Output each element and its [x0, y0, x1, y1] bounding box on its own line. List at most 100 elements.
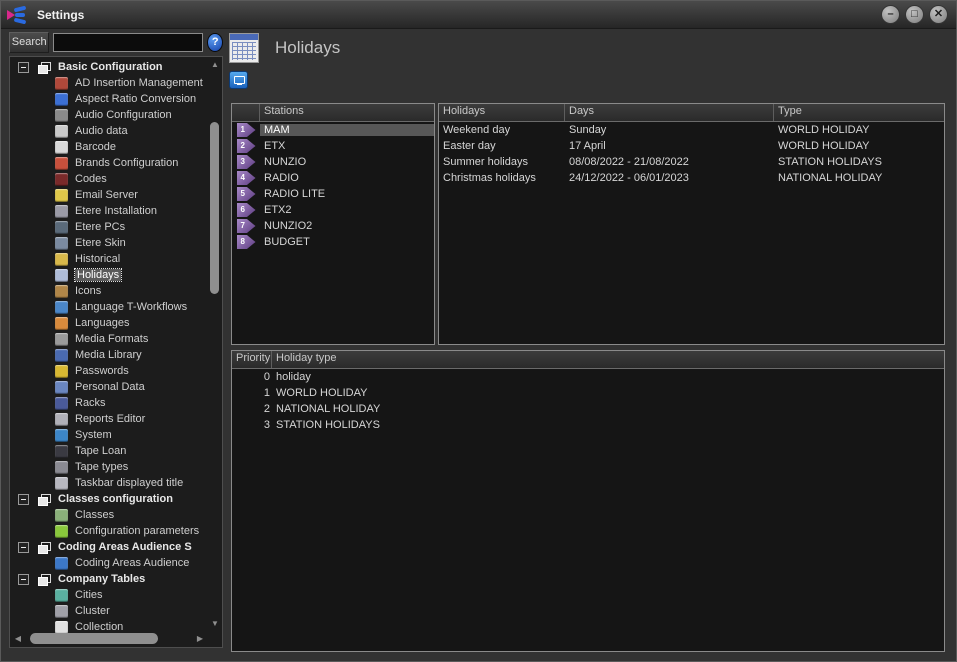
holidays-calendar-icon	[229, 33, 259, 63]
minimize-button[interactable]: –	[881, 5, 900, 24]
scroll-up-icon[interactable]: ▲	[209, 59, 221, 71]
tree-item-tape-types[interactable]: Tape types	[10, 459, 208, 475]
holiday-row[interactable]: Christmas holidays24/12/2022 - 06/01/202…	[439, 170, 944, 186]
tree-item-passwords[interactable]: Passwords	[10, 363, 208, 379]
close-button[interactable]: ✕	[929, 5, 948, 24]
tree-item-audio-data[interactable]: Audio data	[10, 123, 208, 139]
scroll-down-icon[interactable]: ▼	[209, 618, 221, 630]
tape-icon	[55, 333, 68, 346]
tree-item-languages[interactable]: Languages	[10, 315, 208, 331]
tree-item-system[interactable]: System	[10, 427, 208, 443]
holidays-column-header-days[interactable]: Days	[565, 104, 774, 121]
tree-item-basic-configuration[interactable]: Basic Configuration	[10, 59, 208, 75]
tree-item-etere-skin[interactable]: Etere Skin	[10, 235, 208, 251]
station-name: NUNZIO	[260, 156, 434, 168]
holiday-row[interactable]: Easter day17 AprilWORLD HOLIDAY	[439, 138, 944, 154]
tree-hscroll-thumb[interactable]	[30, 633, 158, 644]
tree-vscroll-thumb[interactable]	[210, 122, 219, 294]
tree-item-personal-data[interactable]: Personal Data	[10, 379, 208, 395]
stations-iconcol-header[interactable]	[232, 104, 260, 121]
collapse-minus-icon[interactable]	[18, 62, 29, 73]
scroll-left-icon[interactable]: ◀	[12, 632, 24, 645]
priority-value: 0	[232, 371, 272, 383]
collapse-minus-icon[interactable]	[18, 494, 29, 505]
codes-icon	[55, 173, 68, 186]
tree-item-holidays[interactable]: Holidays	[10, 267, 208, 283]
station-name: RADIO	[260, 172, 434, 184]
tree-vertical-scrollbar[interactable]: ▲ ▼	[209, 59, 221, 630]
tree-item-historical[interactable]: Historical	[10, 251, 208, 267]
station-arrow-icon: 8	[237, 235, 256, 249]
priority-column-header-holiday-type[interactable]: Holiday type	[272, 351, 944, 368]
holiday-row[interactable]: Summer holidays08/08/2022 - 21/08/2022ST…	[439, 154, 944, 170]
station-row[interactable]: 1MAM	[232, 122, 434, 138]
tree-item-ad-insertion-management[interactable]: AD Insertion Management	[10, 75, 208, 91]
holidays-column-header-type[interactable]: Type	[774, 104, 944, 121]
priority-column-header-priority[interactable]: Priority	[232, 351, 272, 368]
tree-item-label: Language T-Workflows	[75, 301, 187, 313]
search-label: Search	[9, 32, 49, 53]
parameters-icon	[55, 525, 68, 538]
station-arrow-icon: 1	[237, 123, 256, 137]
holiday-cell: Christmas holidays	[439, 172, 565, 184]
priority-row[interactable]: 3STATION HOLIDAYS	[232, 417, 944, 433]
tree-item-cluster[interactable]: Cluster	[10, 603, 208, 619]
tree-item-classes[interactable]: Classes	[10, 507, 208, 523]
station-row[interactable]: 2ETX	[232, 138, 434, 154]
tree-item-etere-installation[interactable]: Etere Installation	[10, 203, 208, 219]
tree-item-icons[interactable]: Icons	[10, 283, 208, 299]
tree-item-racks[interactable]: Racks	[10, 395, 208, 411]
tree-item-media-formats[interactable]: Media Formats	[10, 331, 208, 347]
station-row[interactable]: 8BUDGET	[232, 234, 434, 250]
tree-item-media-library[interactable]: Media Library	[10, 347, 208, 363]
cluster-icon	[55, 605, 68, 618]
search-input[interactable]	[53, 33, 203, 52]
tree-item-tape-loan[interactable]: Tape Loan	[10, 443, 208, 459]
help-icon[interactable]: ?	[207, 33, 223, 52]
station-row[interactable]: 3NUNZIO	[232, 154, 434, 170]
tree-item-label: Media Formats	[75, 333, 148, 345]
tree-item-label: Languages	[75, 317, 129, 329]
holidays-column-header-holidays[interactable]: Holidays	[439, 104, 565, 121]
tree-item-email-server[interactable]: Email Server	[10, 187, 208, 203]
stations-toolbar-button[interactable]	[229, 71, 248, 89]
tree-item-configuration-parameters[interactable]: Configuration parameters	[10, 523, 208, 539]
holiday-row[interactable]: Weekend daySundayWORLD HOLIDAY	[439, 122, 944, 138]
tree-item-etere-pcs[interactable]: Etere PCs	[10, 219, 208, 235]
tree-item-brands-configuration[interactable]: Brands Configuration	[10, 155, 208, 171]
skin-icon	[55, 237, 68, 250]
maximize-button[interactable]: □	[905, 5, 924, 24]
station-arrow-icon: 2	[237, 139, 256, 153]
collapse-minus-icon[interactable]	[18, 542, 29, 553]
tree-item-label: Historical	[75, 253, 120, 265]
taskbar-icon	[55, 477, 68, 490]
priority-row[interactable]: 0holiday	[232, 369, 944, 385]
tree-item-aspect-ratio-conversion[interactable]: Aspect Ratio Conversion	[10, 91, 208, 107]
tree-item-audio-configuration[interactable]: Audio Configuration	[10, 107, 208, 123]
scroll-right-icon[interactable]: ▶	[194, 632, 206, 645]
tree-item-company-tables[interactable]: Company Tables	[10, 571, 208, 587]
station-row[interactable]: 6ETX2	[232, 202, 434, 218]
station-icon-cell: 3	[232, 155, 260, 169]
tree-item-classes-configuration[interactable]: Classes configuration	[10, 491, 208, 507]
tree-horizontal-scrollbar[interactable]: ◀ ▶	[12, 632, 206, 645]
tree-item-language-t-workflows[interactable]: Language T-Workflows	[10, 299, 208, 315]
search-bar: Search ?	[9, 32, 223, 53]
tree-item-codes[interactable]: Codes	[10, 171, 208, 187]
stations-column-header[interactable]: Stations	[260, 104, 434, 121]
priority-row[interactable]: 2NATIONAL HOLIDAY	[232, 401, 944, 417]
tree-item-taskbar-displayed-title[interactable]: Taskbar displayed title	[10, 475, 208, 491]
tree-item-barcode[interactable]: Barcode	[10, 139, 208, 155]
tree-item-cities[interactable]: Cities	[10, 587, 208, 603]
tree-item-coding-areas-audience[interactable]: Coding Areas Audience	[10, 555, 208, 571]
priority-row[interactable]: 1WORLD HOLIDAY	[232, 385, 944, 401]
tree-item-label: Icons	[75, 285, 101, 297]
tree-item-reports-editor[interactable]: Reports Editor	[10, 411, 208, 427]
collapse-minus-icon[interactable]	[18, 574, 29, 585]
station-row[interactable]: 4RADIO	[232, 170, 434, 186]
tree-item-coding-areas-audience-s[interactable]: Coding Areas Audience S	[10, 539, 208, 555]
station-row[interactable]: 5RADIO LITE	[232, 186, 434, 202]
station-row[interactable]: 7NUNZIO2	[232, 218, 434, 234]
tree-item-label: Racks	[75, 397, 106, 409]
titlebar[interactable]: Settings – □ ✕	[1, 1, 956, 29]
